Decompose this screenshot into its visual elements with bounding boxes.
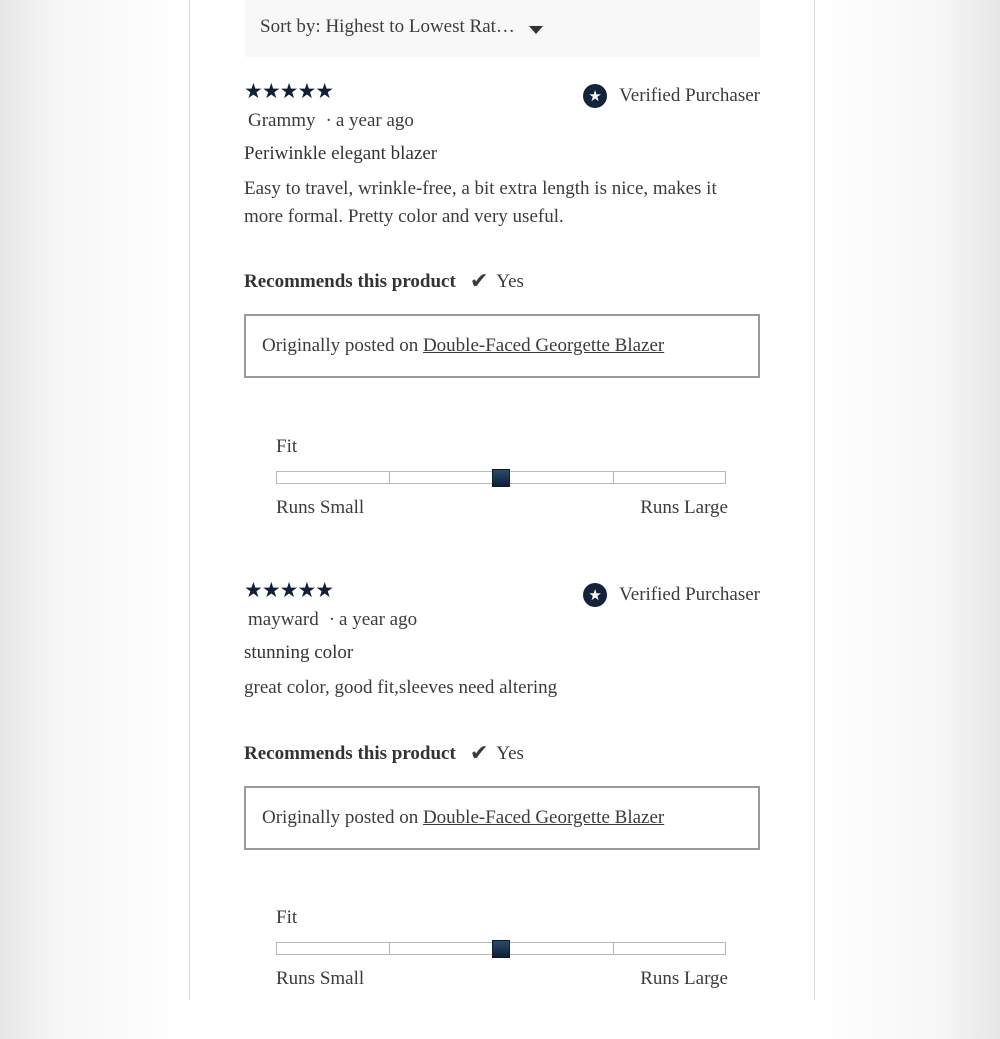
star-rating: ★★★★★ [244,578,334,602]
originally-posted-box: Originally posted on Double-Faced George… [244,314,760,378]
review-card: ★★★★★ ★ Verified Purchaser Grammy · a year… [244,80,760,540]
verified-label: Verified Purchaser [619,584,760,605]
review-time: a year ago [339,609,418,630]
review-title: stunning color [244,642,354,663]
star-rating: ★★★★★ [244,79,334,103]
review-body: great color, good fit,sleeves need alter… [244,677,558,698]
verified-star-icon: ★ [583,583,608,607]
verified-star-icon: ★ [583,84,608,108]
fit-indicator [492,940,510,958]
review-author: Grammy [248,110,316,131]
product-link[interactable]: Double-Faced Georgette Blazer [423,807,664,828]
review-body: Easy to travel, wrinkle-free, a bit extr… [244,178,717,227]
verified-purchaser-badge: ★ Verified Purchaser [583,582,760,608]
review-card: ★★★★★ ★ Verified Purchaser mayward · a yea… [244,579,760,1039]
fit-label: Fit [276,907,298,928]
fit-scale-divider [389,472,390,483]
review-author: mayward [248,609,319,630]
recommends-row: Recommends this product ✔ Yes [244,739,524,769]
review-title: Periwinkle elegant blazer [244,143,438,164]
fit-label: Fit [276,436,298,457]
reviews-panel: Sort by: Highest to Lowest Rat… ★★★★★ ★ … [189,0,815,1000]
originally-posted-prefix: Originally posted on [262,335,419,356]
sort-dropdown[interactable]: Sort by: Highest to Lowest Rat… [245,0,760,57]
checkmark-icon: ✔ [469,741,489,766]
fit-scale-divider [613,472,614,483]
originally-posted-text: Originally posted on Double-Faced George… [262,807,664,829]
review-meta: mayward · a year ago [248,609,417,631]
recommends-value: Yes [496,271,524,292]
originally-posted-prefix: Originally posted on [262,807,419,828]
fit-scale [276,469,726,487]
sort-label: Sort by: Highest to Lowest Rat… [260,16,515,37]
fit-min-label: Runs Small [276,968,365,989]
verified-purchaser-badge: ★ Verified Purchaser [583,83,760,109]
product-link[interactable]: Double-Faced Georgette Blazer [423,335,664,356]
recommends-value: Yes [496,743,524,764]
checkmark-icon: ✔ [469,269,489,294]
review-time: a year ago [335,110,414,131]
fit-max-label: Runs Large [640,968,728,989]
fit-scale-divider [389,943,390,954]
review-meta: Grammy · a year ago [248,110,414,132]
meta-separator: · [328,609,336,630]
chevron-down-icon [529,26,543,34]
originally-posted-text: Originally posted on Double-Faced George… [262,335,664,357]
fit-indicator [492,469,510,487]
recommends-row: Recommends this product ✔ Yes [244,267,524,297]
recommends-label: Recommends this product [244,743,456,764]
fit-scale-divider [613,943,614,954]
verified-label: Verified Purchaser [619,85,760,106]
recommends-label: Recommends this product [244,271,456,292]
meta-separator: · [325,110,332,131]
fit-max-label: Runs Large [640,497,728,518]
fit-min-label: Runs Small [276,497,365,518]
originally-posted-box: Originally posted on Double-Faced George… [244,786,760,850]
fit-scale [276,940,726,958]
